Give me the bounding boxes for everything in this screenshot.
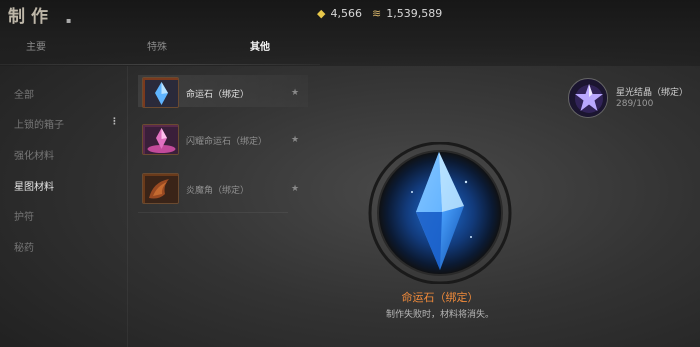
selected-item-name: 命运石（绑定） [401,291,479,304]
sidebar-item-elixirs[interactable]: 秘药 [14,239,34,254]
material-count: 289/100 [616,99,654,109]
recipe-item-label: 命运石（绑定） [186,90,250,100]
fate-stone-icon [142,77,179,108]
sidebar-item-amulets[interactable]: 护符 [14,208,34,223]
top-bar: 制作 ▪ ◆ 4,566 ≋ 1,539,589 主要 特殊 其他 [0,0,700,66]
sidebar-item-star-map-materials[interactable]: 星图材料 [14,178,54,193]
tab-main[interactable]: 主要 [26,38,46,53]
currency-gems-value: 4,566 [330,7,362,20]
tab-divider [0,64,320,65]
favorite-star-icon[interactable]: ★ [291,135,299,145]
tab-bar: 主要 特殊 其他 [0,38,320,53]
currency-gems: ◆ 4,566 [317,7,362,20]
sidebar-item-locked-boxes[interactable]: 上锁的箱子 [14,116,64,131]
favorite-star-icon[interactable]: ★ [291,184,299,194]
tab-other[interactable]: 其他 [250,38,270,53]
title-dot: ▪ [66,16,72,25]
recipe-item-shining-fate-stone[interactable]: 闪耀命运石（绑定） ★ [138,122,308,155]
page-title: 制作 [8,7,54,27]
lightning-gem-icon: ◆ [317,7,326,20]
recipe-item-label: 炎魔角（绑定） [186,186,250,196]
gold-coins-icon: ≋ [372,7,382,20]
starlight-crystal-icon [568,78,608,118]
selected-item-note: 制作失败时，材料将消失。 [385,310,494,320]
material-requirement[interactable]: 星光结晶（绑定） 289/100 [568,78,688,118]
recipe-item-fate-stone[interactable]: 命运石（绑定） ★ [138,75,308,108]
currency-gold-value: 1,539,589 [386,7,443,20]
sidebar-item-all[interactable]: 全部 [14,86,34,101]
currency-gold: ≋ 1,539,589 [372,7,442,20]
recipe-item-label: 闪耀命运石（绑定） [186,137,268,147]
shining-fate-stone-icon [142,124,179,155]
tab-special[interactable]: 特殊 [147,38,167,53]
recipe-item-flame-demon-horn[interactable]: 炎魔角（绑定） ★ [138,171,308,204]
selected-item-display [366,141,514,285]
more-options-icon[interactable]: ⋮ [110,117,119,127]
sidebar-item-enhance-materials[interactable]: 强化材料 [14,147,54,162]
flame-demon-horn-icon [142,173,179,204]
list-divider [138,212,288,213]
favorite-star-icon[interactable]: ★ [291,88,299,98]
material-name: 星光结晶（绑定） [616,88,689,98]
